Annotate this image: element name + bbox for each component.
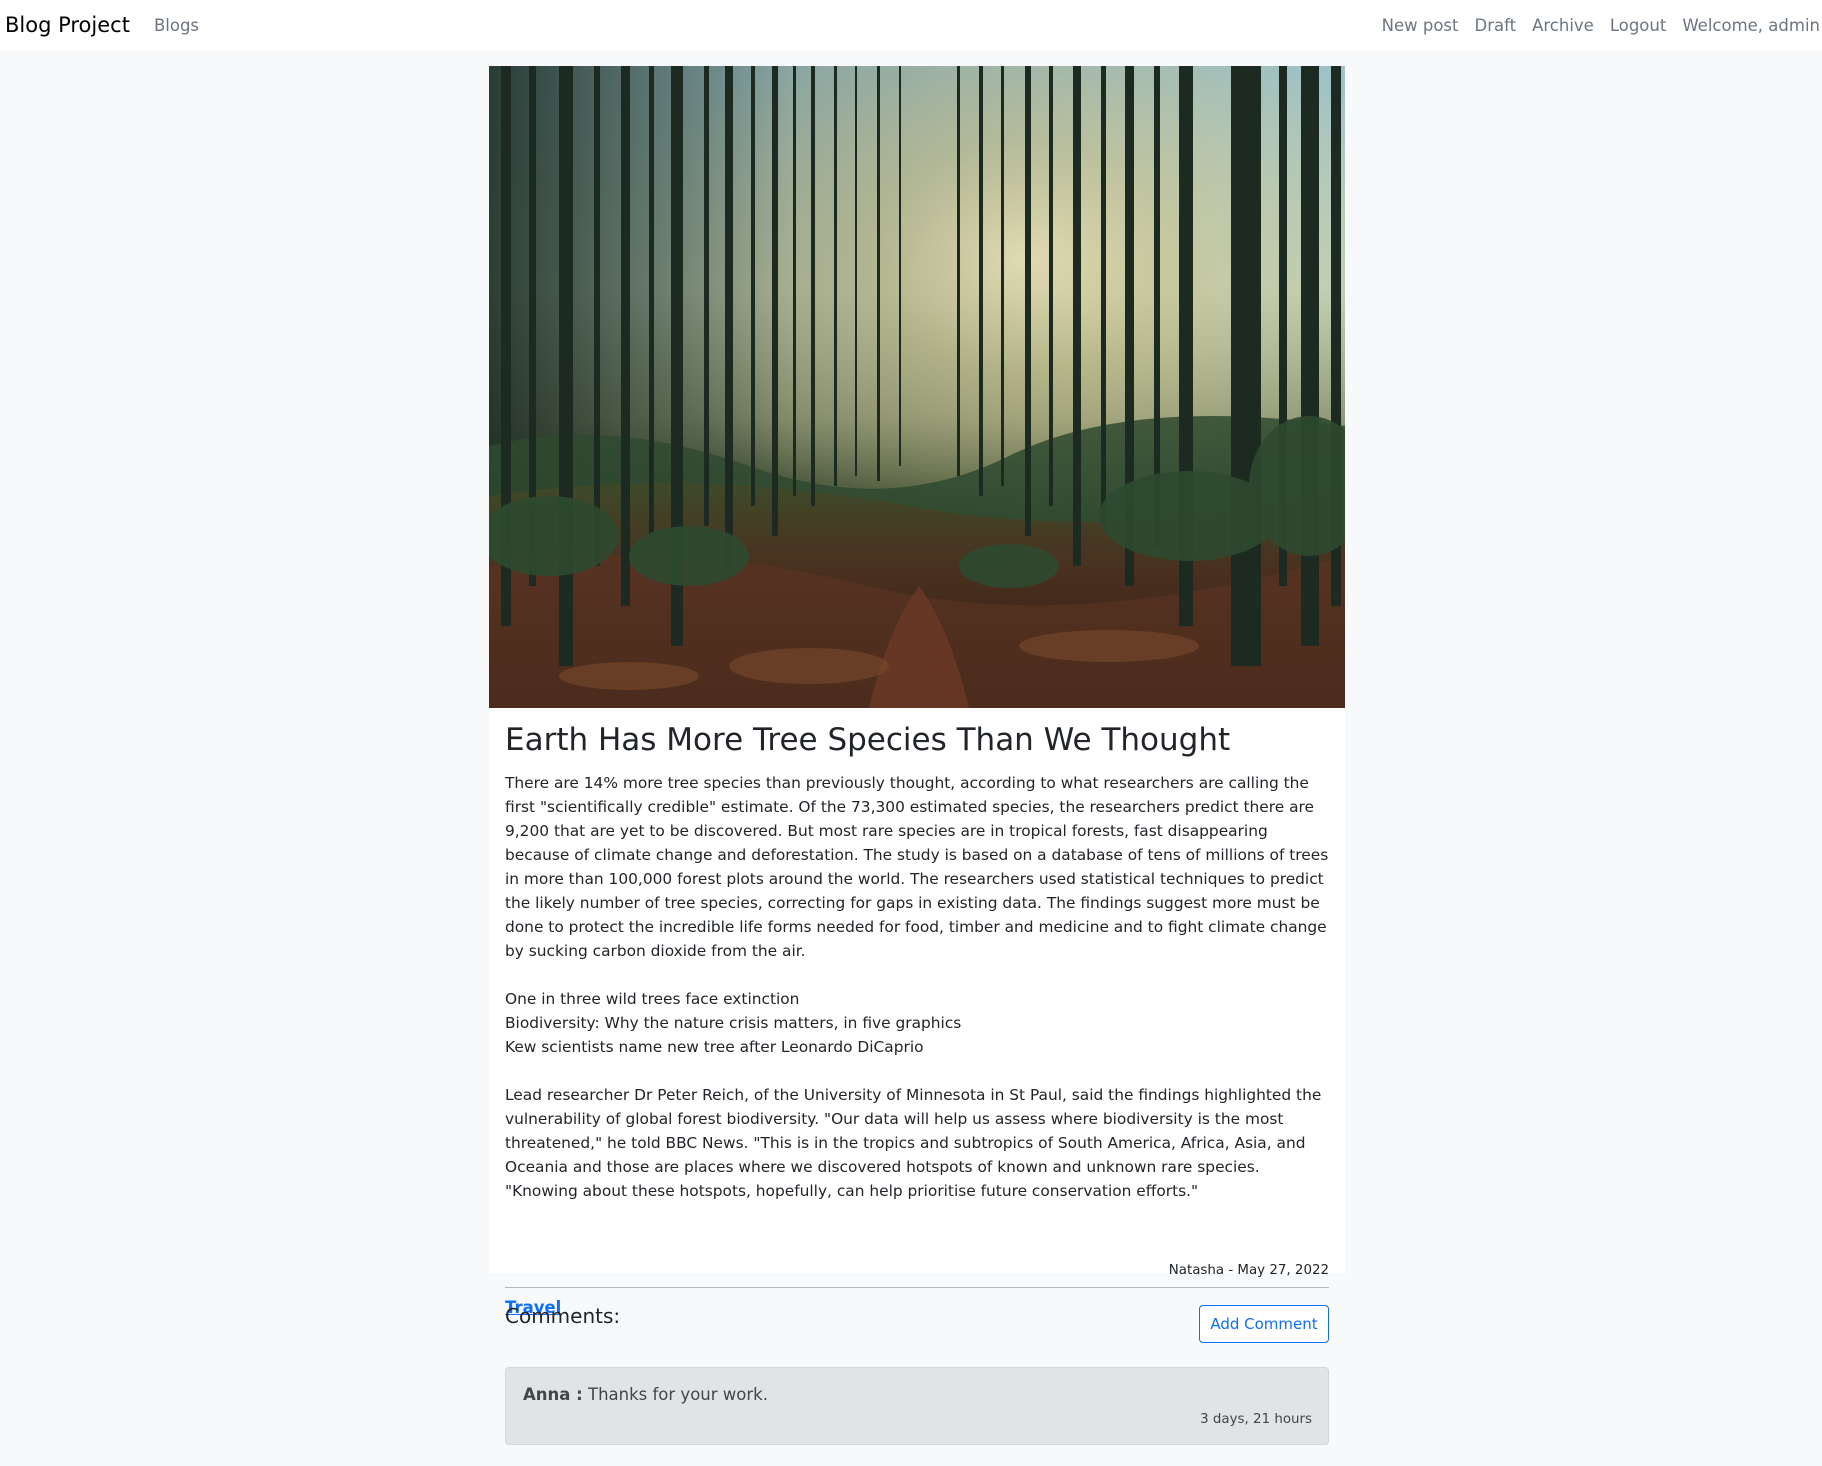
post-hero-image (489, 66, 1345, 708)
comment-timestamp: 3 days, 21 hours (1200, 1412, 1312, 1427)
comment-content: Anna : Thanks for your work. (523, 1385, 768, 1404)
nav-link-new-post[interactable]: New post (1382, 16, 1459, 35)
navbar-left: Blog Project Blogs (0, 13, 199, 37)
brand-link[interactable]: Blog Project (5, 13, 130, 37)
comments-heading: Comments: (505, 1304, 621, 1328)
welcome-text: Welcome, admin (1682, 15, 1820, 35)
comments-divider (505, 1287, 1329, 1288)
post-body: There are 14% more tree species than pre… (505, 774, 1329, 1200)
forest-image (489, 66, 1345, 708)
post-author-date: Natasha - May 27, 2022 (1168, 1263, 1329, 1278)
nav-link-draft[interactable]: Draft (1474, 16, 1516, 35)
nav-link-blogs[interactable]: Blogs (154, 16, 199, 35)
comment-text: Thanks for your work. (582, 1385, 768, 1404)
add-comment-button[interactable]: Add Comment (1199, 1305, 1329, 1343)
post-title: Earth Has More Tree Species Than We Thou… (505, 722, 1231, 758)
post-card: Earth Has More Tree Species Than We Thou… (489, 66, 1345, 1317)
comment-author: Anna : (523, 1385, 583, 1404)
nav-link-archive[interactable]: Archive (1532, 16, 1594, 35)
comment-item: Anna : Thanks for your work. 3 days, 21 … (505, 1367, 1329, 1445)
top-navbar: Blog Project Blogs New post Draft Archiv… (0, 0, 1822, 50)
navbar-right: New post Draft Archive Logout Welcome, a… (1366, 16, 1820, 35)
nav-link-logout[interactable]: Logout (1610, 16, 1667, 35)
